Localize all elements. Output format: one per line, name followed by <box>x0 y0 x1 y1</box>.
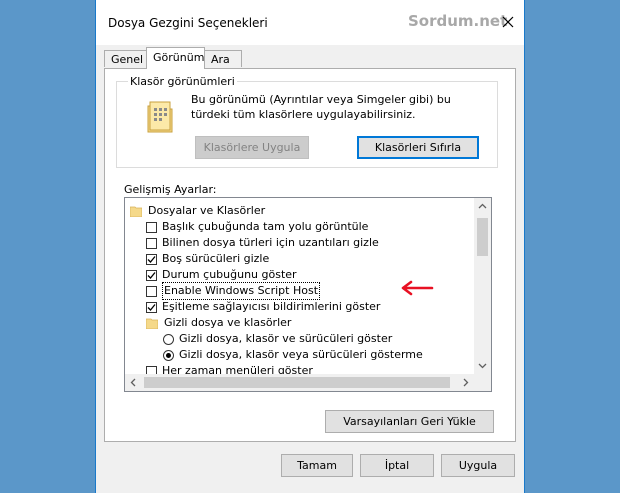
horizontal-scroll-thumb[interactable] <box>144 377 450 388</box>
option-label: Başlık çubuğunda tam yolu görüntüle <box>162 220 369 233</box>
scroll-down-icon[interactable] <box>478 363 487 369</box>
apply-to-folders-button[interactable]: Klasörlere Uygula <box>195 136 309 159</box>
checkmark-icon <box>147 271 156 279</box>
scroll-right-icon[interactable] <box>463 378 469 387</box>
tab-general[interactable]: Genel <box>104 50 147 67</box>
tree-folder-label: Dosyalar ve Klasörler <box>148 204 266 217</box>
option-label-focused: Enable Windows Script Host <box>162 282 321 300</box>
folder-views-description: Bu görünümü (Ayrıntılar veya Simgeler gi… <box>191 93 451 121</box>
vertical-scrollbar[interactable] <box>474 198 491 374</box>
folder-options-dialog: Dosya Gezgini Seçenekleri Sordum.net Gen… <box>95 0 525 493</box>
option-label: Gizli dosya, klasör ve sürücüleri göster <box>179 332 393 345</box>
scroll-corner <box>474 374 491 391</box>
tab-search[interactable]: Ara <box>204 50 242 67</box>
reset-folders-button[interactable]: Klasörleri Sıfırla <box>357 136 479 159</box>
folder-views-title: Klasör görünümleri <box>128 75 237 88</box>
checkbox-checked[interactable] <box>146 301 157 313</box>
tree-folder-label: Gizli dosya ve klasörler <box>164 316 292 329</box>
checkmark-icon <box>147 255 156 263</box>
checkbox-checked[interactable] <box>146 253 157 265</box>
radio-button-selected[interactable] <box>163 349 174 361</box>
option-label: Boş sürücüleri gizle <box>162 252 270 265</box>
list-item: Dosyalar ve Klasörler <box>130 203 265 219</box>
list-item[interactable]: Başlık çubuğunda tam yolu görüntüle <box>146 219 368 235</box>
close-button[interactable] <box>492 7 524 37</box>
scroll-up-icon[interactable] <box>478 203 487 209</box>
list-item[interactable]: Bilinen dosya türleri için uzantıları gi… <box>146 235 379 251</box>
folder-icon <box>146 318 158 329</box>
advanced-settings-label: Gelişmiş Ayarlar: <box>124 183 217 196</box>
checkbox[interactable] <box>146 285 157 297</box>
checkbox-checked[interactable] <box>146 269 157 281</box>
list-item[interactable]: Enable Windows Script Host <box>146 282 321 300</box>
tab-view[interactable]: Görünüm <box>146 47 205 69</box>
list-item[interactable]: Gizli dosya, klasör ve sürücüleri göster <box>163 331 392 347</box>
option-label: Bilinen dosya türleri için uzantıları gi… <box>162 236 379 249</box>
close-icon <box>502 16 514 28</box>
restore-defaults-button[interactable]: Varsayılanları Geri Yükle <box>325 410 494 433</box>
checkbox[interactable] <box>146 221 157 233</box>
red-arrow-icon <box>401 280 434 296</box>
list-item[interactable]: Boş sürücüleri gizle <box>146 251 269 267</box>
advanced-settings-tree: Dosyalar ve Klasörler Başlık çubuğunda t… <box>124 197 492 392</box>
scroll-left-icon[interactable] <box>130 378 136 387</box>
title-bar: Dosya Gezgini Seçenekleri Sordum.net <box>96 0 524 45</box>
list-item[interactable]: Eşitleme sağlayıcısı bildirimlerini göst… <box>146 299 380 315</box>
window-title: Dosya Gezgini Seçenekleri <box>108 16 268 30</box>
apply-button[interactable]: Uygula <box>441 454 515 477</box>
list-item[interactable]: Gizli dosya, klasör veya sürücüleri göst… <box>163 347 423 363</box>
list-item[interactable]: Durum çubuğunu göster <box>146 267 297 283</box>
vertical-scroll-thumb[interactable] <box>477 218 488 256</box>
ok-button[interactable]: Tamam <box>281 454 353 477</box>
option-label: Gizli dosya, klasör veya sürücüleri göst… <box>179 348 423 361</box>
cancel-button[interactable]: İptal <box>360 454 434 477</box>
horizontal-scrollbar[interactable] <box>125 374 474 391</box>
option-label: Eşitleme sağlayıcısı bildirimlerini göst… <box>162 300 381 313</box>
checkbox[interactable] <box>146 237 157 249</box>
list-item: Gizli dosya ve klasörler <box>146 315 291 331</box>
checkmark-icon <box>147 303 156 311</box>
folder-icon <box>130 206 142 217</box>
option-label: Durum çubuğunu göster <box>162 268 297 281</box>
folder-view-icon <box>147 101 173 133</box>
radio-button[interactable] <box>163 333 174 345</box>
